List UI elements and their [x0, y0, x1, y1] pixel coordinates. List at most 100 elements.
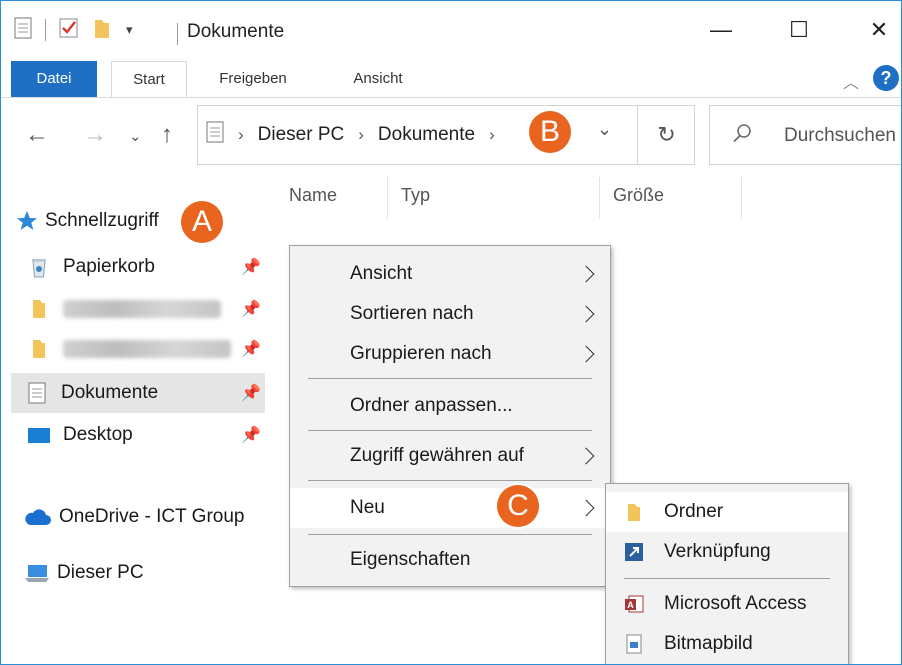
search-icon	[733, 124, 751, 143]
tab-datei[interactable]: Datei	[11, 61, 97, 97]
breadcrumb-chevron-icon[interactable]: ›	[238, 125, 244, 145]
menu-separator	[308, 534, 592, 535]
menu-separator	[308, 480, 592, 481]
help-button[interactable]: ?	[873, 65, 899, 91]
explorer-window: ▾ Dokumente — ☐ ✕ Datei Start Freigeben …	[0, 0, 902, 665]
submenu-item-verknuepfung[interactable]: Verknüpfung	[606, 532, 848, 572]
folder-icon	[27, 297, 51, 321]
tab-ansicht[interactable]: Ansicht	[333, 61, 423, 97]
document-location-icon	[206, 121, 224, 149]
tab-start[interactable]: Start	[111, 61, 187, 97]
refresh-icon: ↻	[657, 122, 676, 147]
nav-item-folder-blurred[interactable]	[27, 291, 221, 327]
breadcrumb-dieser-pc[interactable]: Dieser PC	[258, 124, 345, 146]
nav-item-folder-blurred[interactable]	[27, 331, 231, 367]
breadcrumb-dokumente[interactable]: Dokumente	[378, 124, 475, 146]
context-menu: Ansicht Sortieren nach Gruppieren nach O…	[289, 245, 611, 587]
nav-item-label: Dokumente	[61, 382, 159, 403]
cloud-icon	[23, 505, 51, 529]
column-header-name[interactable]: Name	[289, 185, 337, 206]
column-header-size[interactable]: Größe	[613, 185, 664, 206]
submenu-item-access[interactable]: A Microsoft Access	[606, 584, 848, 624]
submenu-item-label: Microsoft Access	[664, 593, 807, 614]
submenu-item-ordner[interactable]: Ordner	[606, 492, 848, 532]
annotation-badge-a: A	[181, 201, 223, 243]
back-arrow-icon[interactable]: ←	[25, 121, 49, 149]
bitmap-icon	[626, 634, 642, 654]
submenu-item-bitmap[interactable]: Bitmapbild	[606, 624, 848, 664]
menu-item-eigenschaften[interactable]: Eigenschaften	[290, 540, 610, 580]
menu-item-zugriff[interactable]: Zugriff gewähren auf	[290, 436, 610, 476]
nav-item-onedrive[interactable]: OneDrive - ICT Group	[23, 499, 244, 535]
pin-icon[interactable]: 📌	[241, 257, 261, 277]
ribbon-tabs: Datei Start Freigeben Ansicht	[1, 61, 901, 97]
breadcrumb: › Dieser PC › Dokumente ›	[206, 106, 509, 164]
search-box[interactable]: Durchsuchen	[709, 105, 901, 165]
submenu-arrow-icon	[577, 345, 595, 363]
nav-item-label: Papierkorb	[63, 256, 155, 277]
close-button[interactable]: ✕	[859, 15, 899, 45]
minimize-button[interactable]: —	[701, 15, 741, 45]
nav-item-label: Desktop	[63, 424, 133, 445]
new-folder-icon[interactable]	[92, 16, 112, 45]
title-separator	[177, 23, 178, 45]
shortcut-icon	[625, 543, 643, 561]
breadcrumb-chevron-icon[interactable]: ›	[489, 125, 495, 145]
menu-item-sortieren[interactable]: Sortieren nach	[290, 294, 610, 334]
address-history-dropdown-icon[interactable]: ⌄	[597, 119, 612, 140]
refresh-button[interactable]: ↻	[637, 105, 695, 165]
menu-item-gruppieren[interactable]: Gruppieren nach	[290, 334, 610, 374]
menu-item-label: Ordner anpassen...	[350, 395, 513, 416]
nav-item-dokumente[interactable]: Dokumente	[11, 373, 265, 413]
tab-freigeben[interactable]: Freigeben	[205, 61, 301, 97]
folder-icon	[27, 337, 51, 361]
search-placeholder: Durchsuchen	[784, 125, 896, 146]
annotation-badge-c: C	[497, 485, 539, 527]
recycle-bin-icon	[27, 255, 51, 279]
submenu-item-label: Ordner	[664, 501, 724, 522]
nav-item-this-pc[interactable]: Dieser PC	[23, 555, 144, 591]
computer-icon	[23, 561, 51, 585]
menu-item-neu[interactable]: Neu	[290, 488, 610, 528]
column-divider[interactable]	[741, 177, 742, 219]
submenu-item-label: Verknüpfung	[664, 541, 771, 562]
breadcrumb-chevron-icon[interactable]: ›	[358, 125, 364, 145]
menu-separator	[624, 578, 830, 579]
redacted-folder-name	[63, 340, 231, 358]
menu-item-label: Neu	[350, 497, 385, 518]
quick-access-toolbar: ▾	[13, 15, 133, 45]
menu-item-label: Gruppieren nach	[350, 343, 492, 364]
up-arrow-icon[interactable]: ↑	[161, 121, 173, 149]
pin-icon[interactable]: 📌	[241, 299, 261, 319]
collapse-ribbon-icon[interactable]: ︿	[843, 69, 859, 93]
access-icon: A	[625, 595, 644, 613]
properties-icon[interactable]	[13, 16, 33, 45]
menu-separator	[308, 430, 592, 431]
recent-locations-icon[interactable]: ⌄	[129, 127, 142, 145]
forward-arrow-icon[interactable]: →	[83, 121, 107, 149]
menu-item-ansicht[interactable]: Ansicht	[290, 254, 610, 294]
submenu-arrow-icon	[577, 305, 595, 323]
nav-quick-access[interactable]: Schnellzugriff	[15, 203, 159, 239]
pin-icon[interactable]: 📌	[241, 425, 261, 445]
documents-icon	[25, 381, 49, 405]
menu-item-ordner-anpassen[interactable]: Ordner anpassen...	[290, 386, 610, 426]
annotation-badge-b: B	[529, 111, 571, 153]
pin-icon[interactable]: 📌	[241, 339, 261, 359]
nav-quick-access-label: Schnellzugriff	[45, 210, 159, 231]
maximize-button[interactable]: ☐	[779, 15, 819, 45]
pin-icon[interactable]: 📌	[241, 383, 261, 403]
ribbon-divider	[1, 97, 901, 98]
star-icon	[15, 209, 39, 233]
column-divider[interactable]	[387, 177, 388, 219]
menu-separator	[308, 378, 592, 379]
column-divider[interactable]	[599, 177, 600, 219]
nav-item-papierkorb[interactable]: Papierkorb	[27, 249, 155, 285]
address-bar[interactable]: › Dieser PC › Dokumente ›	[197, 105, 695, 165]
customize-dropdown-icon[interactable]: ▾	[126, 22, 133, 38]
check-icon[interactable]	[58, 16, 80, 45]
nav-item-label: Dieser PC	[57, 562, 144, 583]
submenu-item-label: Bitmapbild	[664, 633, 753, 654]
column-header-type[interactable]: Typ	[401, 185, 430, 206]
nav-item-desktop[interactable]: Desktop	[27, 417, 133, 453]
